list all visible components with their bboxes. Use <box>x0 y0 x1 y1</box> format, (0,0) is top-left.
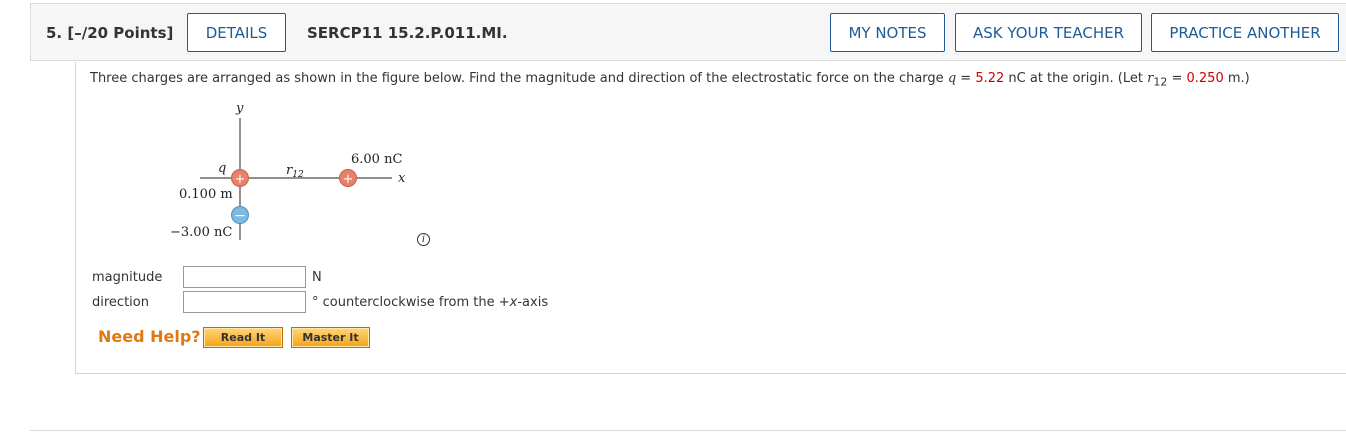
master-it-button[interactable]: Master It <box>291 327 370 348</box>
direction-input[interactable] <box>183 291 306 313</box>
magnitude-label: magnitude <box>92 270 163 285</box>
charge-diagram: y x q + r12 6.00 nC + 0.100 m − −3.00 nC <box>170 101 406 240</box>
r12-label: r12 <box>286 163 304 180</box>
bottom-divider <box>30 430 1346 431</box>
given-distance-value: 0.250 <box>1186 71 1224 86</box>
magnitude-unit: N <box>312 270 322 285</box>
q-label: q <box>218 161 226 176</box>
given-charge-value: 5.22 <box>975 71 1005 86</box>
y-axis-label: y <box>235 101 244 116</box>
ask-your-teacher-button[interactable]: ASK YOUR TEACHER <box>955 13 1142 52</box>
bottom-charge-sign: − <box>234 208 246 224</box>
bottom-charge-label: −3.00 nC <box>170 225 232 240</box>
origin-charge-sign: + <box>235 172 246 187</box>
right-charge-sign: + <box>343 172 354 187</box>
read-it-button[interactable]: Read It <box>203 327 283 348</box>
need-help-label: Need Help? <box>98 327 201 346</box>
magnitude-input[interactable] <box>183 266 306 288</box>
details-button[interactable]: DETAILS <box>187 13 286 52</box>
x-axis-label: x <box>398 171 406 186</box>
distance-label: 0.100 m <box>179 187 233 202</box>
direction-label: direction <box>92 295 149 310</box>
right-charge-label: 6.00 nC <box>351 152 402 167</box>
question-number: 5. [–/20 Points] <box>46 24 174 42</box>
my-notes-button[interactable]: MY NOTES <box>830 13 945 52</box>
question-prompt: Three charges are arranged as shown in t… <box>90 71 1250 89</box>
problem-code: SERCP11 15.2.P.011.MI. <box>307 24 508 42</box>
direction-unit: ° counterclockwise from the +x-axis <box>312 295 549 310</box>
practice-another-button[interactable]: PRACTICE ANOTHER <box>1151 13 1339 52</box>
question-header: 5. [–/20 Points] DETAILS SERCP11 15.2.P.… <box>30 3 1346 61</box>
info-icon[interactable]: i <box>417 233 430 246</box>
